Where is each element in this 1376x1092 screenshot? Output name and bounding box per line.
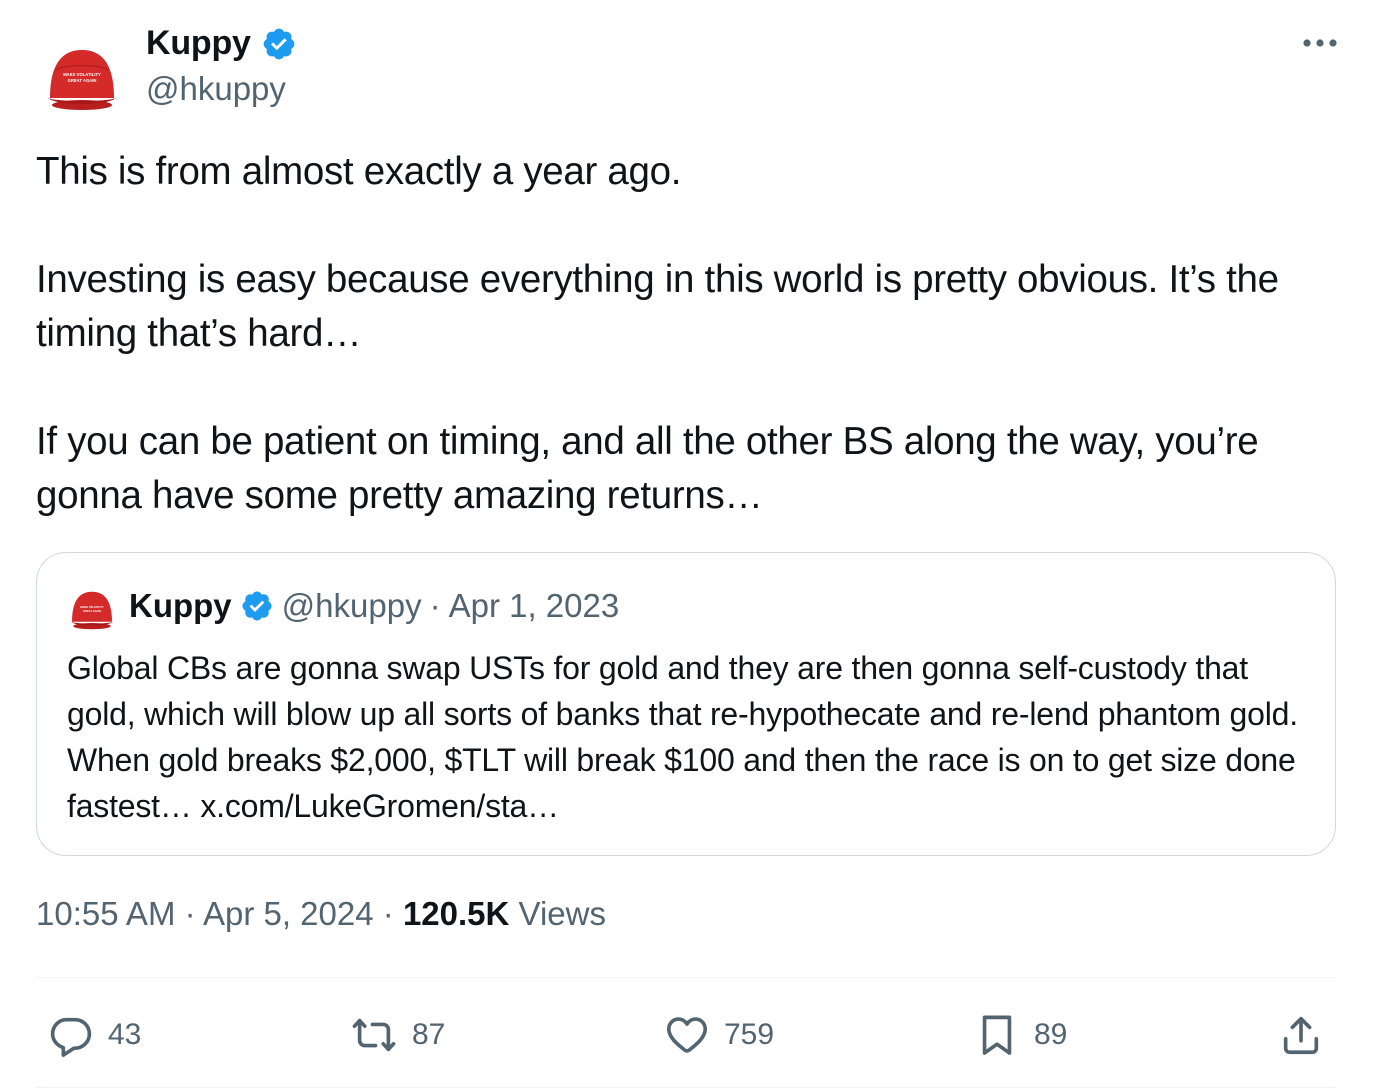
quote-date[interactable]: Apr 1, 2023 [449, 587, 620, 625]
retweet-button[interactable]: 87 [350, 1005, 445, 1065]
bookmark-icon [982, 1015, 1012, 1055]
bookmark-button[interactable]: 89 [974, 1005, 1067, 1065]
retweet-count: 87 [412, 1018, 446, 1051]
tweet-paragraph-3: If you can be patient on timing, and all… [36, 420, 1259, 517]
meta-separator-2: · [382, 895, 394, 932]
tweet-paragraph-1: This is from almost exactly a year ago. [36, 150, 682, 193]
tweet-date[interactable]: Apr 5, 2024 [203, 895, 374, 932]
avatar[interactable]: MAKE VOLATILITY GREAT AGAIN [42, 36, 122, 116]
reply-count: 43 [108, 1018, 142, 1051]
bookmark-count: 89 [1034, 1018, 1068, 1051]
like-button[interactable]: 759 [664, 1005, 774, 1065]
reply-button[interactable]: 43 [48, 1005, 141, 1065]
quote-text: Global CBs are gonna swap USTs for gold … [67, 650, 1298, 824]
verified-badge-icon[interactable] [261, 26, 297, 62]
quote-avatar-hat-text-line2: GREAT AGAIN [83, 609, 101, 613]
quote-header: Kuppy @hkuppy · Apr 1, 2023 [129, 587, 619, 625]
quote-avatar-hat-text-line1: MAKE VOLATILITY [80, 605, 104, 609]
quote-avatar[interactable]: MAKE VOLATILITY GREAT AGAIN [67, 583, 117, 633]
divider-bottom [36, 1087, 1336, 1088]
quote-verified-badge-icon [242, 591, 272, 621]
author-name-row: Kuppy [146, 24, 297, 63]
tweet-header: MAKE VOLATILITY GREAT AGAIN Kuppy @hkupp… [36, 22, 1340, 114]
like-count: 759 [724, 1018, 775, 1051]
retweet-icon [352, 1018, 396, 1052]
author-handle[interactable]: @hkuppy [146, 70, 286, 108]
divider [36, 977, 1336, 978]
author-display-name[interactable]: Kuppy [146, 24, 251, 63]
more-options-button[interactable] [1300, 28, 1340, 58]
tweet-paragraph-2: Investing is easy because everything in … [36, 258, 1279, 355]
views-label: Views [518, 895, 606, 932]
reply-icon [50, 1017, 92, 1057]
meta-separator-1: · [184, 895, 196, 932]
action-bar: 43 87 759 89 [36, 1005, 1336, 1065]
tweet-meta: 10:55 AM · Apr 5, 2024 · 120.5K Views [36, 895, 606, 933]
views-count[interactable]: 120.5K [403, 895, 509, 932]
tweet-text: This is from almost exactly a year ago. … [36, 145, 1336, 523]
more-icon [1303, 39, 1337, 47]
share-button[interactable] [1278, 1005, 1324, 1065]
like-icon [666, 1017, 708, 1053]
quote-handle[interactable]: @hkuppy [282, 587, 422, 625]
quote-display-name[interactable]: Kuppy [129, 587, 232, 625]
tweet-time[interactable]: 10:55 AM [36, 895, 175, 932]
quoted-tweet-card[interactable]: MAKE VOLATILITY GREAT AGAIN Kuppy @hkupp… [36, 552, 1336, 856]
quote-separator: · [429, 587, 441, 624]
share-icon [1283, 1016, 1319, 1055]
avatar-hat-text-line1: MAKE VOLATILITY [63, 72, 101, 77]
avatar-hat-text-line2: GREAT AGAIN [68, 78, 97, 83]
